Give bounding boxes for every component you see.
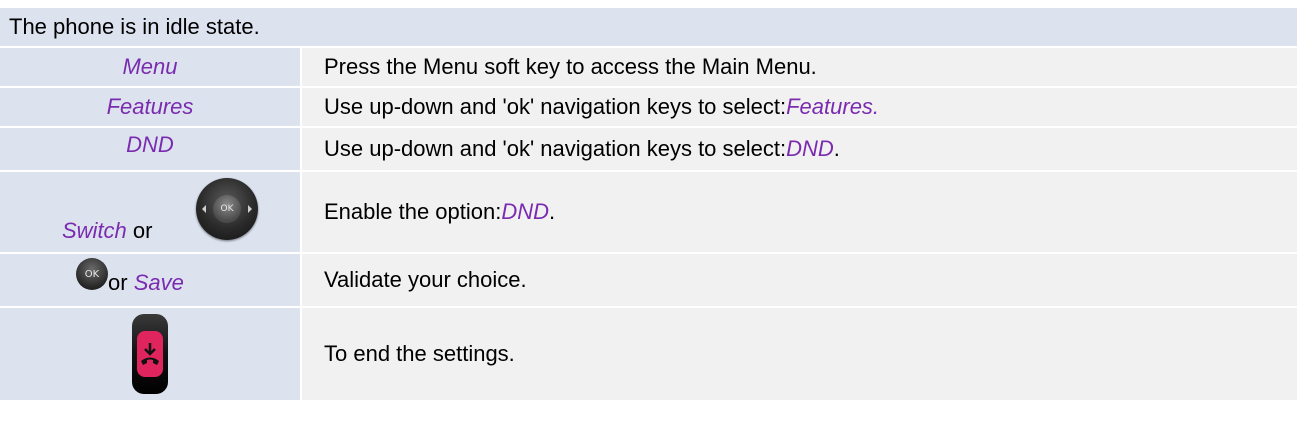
or-text: or <box>108 270 134 295</box>
left-arrow-icon <box>202 205 206 213</box>
step-text: Press the Menu soft key to access the Ma… <box>324 54 817 79</box>
table-row: To end the settings. <box>0 306 1297 400</box>
step-description: Press the Menu soft key to access the Ma… <box>300 48 1297 86</box>
step-emphasis: DND <box>786 136 834 161</box>
or-text: or <box>126 218 153 243</box>
step-description: Use up-down and 'ok' navigation keys to … <box>300 128 1297 170</box>
menu-key-label: Menu <box>122 54 178 79</box>
save-emphasis: Save <box>133 270 184 295</box>
header-text: The phone is in idle state. <box>9 14 260 39</box>
step-description: Validate your choice. <box>300 254 1297 306</box>
hang-up-icon <box>137 331 163 377</box>
table-row: OK Switch or Enable the option: DND. <box>0 170 1297 252</box>
step-description: To end the settings. <box>300 308 1297 400</box>
step-suffix: . <box>549 199 556 224</box>
table-header: The phone is in idle state. <box>0 8 1297 46</box>
step-text: Enable the option: <box>324 199 502 224</box>
ok-key-icon: OK <box>76 258 108 290</box>
step-emphasis: DND <box>501 199 550 224</box>
step-key-cell: Features <box>0 88 300 126</box>
table-row: DND Use up-down and 'ok' navigation keys… <box>0 126 1297 170</box>
step-key-cell: Menu <box>0 48 300 86</box>
save-key-label: or Save <box>108 270 184 296</box>
step-text: Use up-down and 'ok' navigation keys to … <box>324 136 787 161</box>
ok-center-icon: OK <box>213 195 241 223</box>
switch-emphasis: Switch <box>62 218 127 243</box>
features-key-label: Features <box>106 94 194 119</box>
table-row: Features Use up-down and 'ok' navigation… <box>0 86 1297 126</box>
table-row: OK or Save Validate your choice. <box>0 252 1297 306</box>
step-description: Enable the option: DND. <box>300 172 1297 252</box>
step-text: To end the settings. <box>324 341 515 366</box>
step-key-cell <box>0 308 300 400</box>
navigation-key-icon: OK <box>196 178 258 240</box>
step-emphasis: Features. <box>786 94 880 119</box>
procedure-table: The phone is in idle state. Menu Press t… <box>0 8 1297 400</box>
right-arrow-icon <box>248 205 252 213</box>
step-key-cell: DND <box>0 128 300 170</box>
end-call-key-icon <box>132 314 168 394</box>
step-text: Use up-down and 'ok' navigation keys to … <box>324 94 787 119</box>
dnd-key-label: DND <box>126 132 174 157</box>
switch-key-label: Switch or <box>62 218 152 244</box>
step-suffix: . <box>833 136 840 161</box>
step-description: Use up-down and 'ok' navigation keys to … <box>300 88 1297 126</box>
hang-up-glyph-icon <box>141 343 159 365</box>
table-row: Menu Press the Menu soft key to access t… <box>0 46 1297 86</box>
step-key-cell: OK or Save <box>0 254 300 306</box>
step-key-cell: OK Switch or <box>0 172 300 252</box>
step-text: Validate your choice. <box>324 267 527 292</box>
